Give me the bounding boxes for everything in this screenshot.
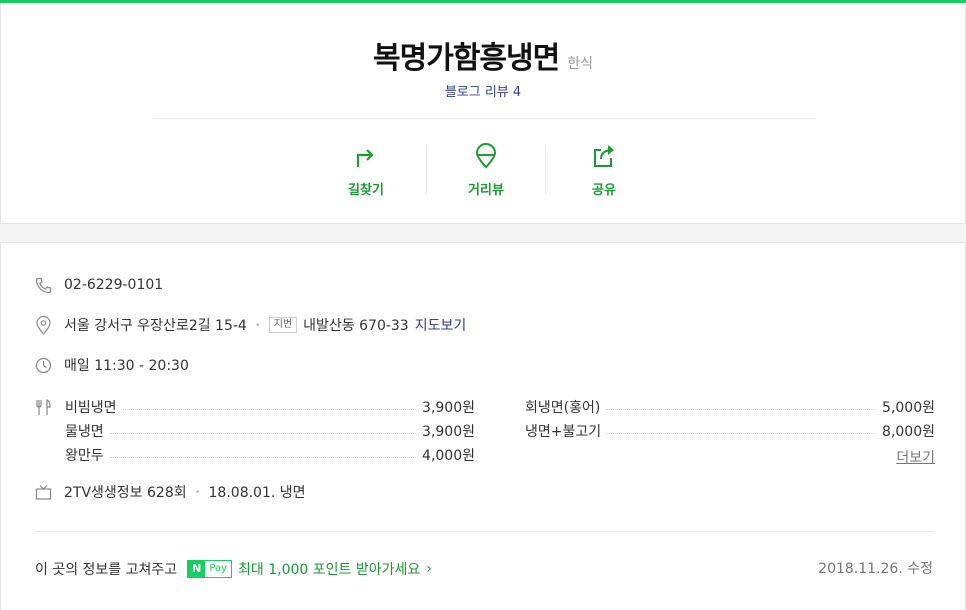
menu-item-price: 5,000원 [882,400,935,416]
divider [35,531,934,532]
tv-date: 18.08.01. 냉면 [208,485,306,501]
business-hours: 매일 11:30 - 20:30 [64,358,189,374]
separator-dot: • [194,486,201,498]
phone-icon [35,277,52,293]
edit-info-promo[interactable]: 이 곳의 정보를 고쳐주고 N Pay 최대 1,000 포인트 받아가세요 › [35,559,432,579]
point-promo-text: 최대 1,000 포인트 받아가세요 [238,562,421,578]
menu-item: 왕만두 4,000원 [65,445,475,465]
clock-icon [35,357,52,373]
jibun-badge: 지번 [268,317,298,333]
tv-icon [35,484,52,500]
separator-dot: • [254,319,261,331]
menu-item: 냉면+불고기 8,000원 [525,421,935,441]
edit-info-prompt: 이 곳의 정보를 고쳐주고 [35,562,178,578]
menu-item: 비빔냉면 3,900원 [65,397,475,417]
npay-n: N [188,561,206,577]
address-row: 서울 강서구 우장산로2길 15-4 • 지번 내발산동 670-33 지도보기 [35,315,466,335]
phone-row: 02-6229-0101 [35,275,163,295]
directions-button[interactable]: 길찾기 [306,139,426,201]
blog-review-link[interactable]: 블로그 리뷰 4 [1,81,965,100]
menu-item-price: 8,000원 [882,424,935,440]
share-icon [594,145,614,167]
title-row: 복명가함흥냉면 한식 [1,33,965,77]
menu-item: 물냉면 3,900원 [65,421,475,441]
dotted-leader [606,408,877,410]
chevron-right-icon: › [426,561,432,577]
menu-item-price: 4,000원 [422,448,475,464]
jibun-address: 내발산동 670-33 [303,318,409,334]
phone-number[interactable]: 02-6229-0101 [64,277,163,293]
menu-item-name: 왕만두 [65,448,104,464]
fork-knife-icon [36,399,51,415]
street-view-label: 거리뷰 [468,183,504,198]
tv-show: 2TV생생정보 628회 [64,485,187,501]
menu-more-link[interactable]: 더보기 [896,447,935,467]
dotted-leader [109,456,417,458]
hours-row: 매일 11:30 - 20:30 [35,355,189,375]
npay-pay: Pay [209,563,228,574]
place-name: 복명가함흥냉면 [373,41,560,76]
menu-item-name: 물냉면 [65,424,104,440]
place-details-card: 02-6229-0101 서울 강서구 우장산로2길 15-4 • 지번 내발산… [0,242,966,610]
menu-item-name: 냉면+불고기 [525,424,602,440]
place-category: 한식 [567,56,593,72]
directions-icon [356,149,374,167]
menu-item-name: 회냉면(홍어) [525,400,601,416]
share-label: 공유 [592,183,616,198]
npay-logo: N Pay [187,560,233,578]
tv-row: 2TV생생정보 628회 • 18.08.01. 냉면 [35,482,306,502]
menu-section: 비빔냉면 3,900원 회냉면(홍어) 5,000원 물냉면 3,900원 냉면… [35,397,935,467]
view-map-link[interactable]: 지도보기 [415,315,467,335]
street-view-button[interactable]: 거리뷰 [426,139,546,201]
menu-item: 회냉면(홍어) 5,000원 [525,397,935,417]
location-pin-icon [36,315,51,335]
street-view-pin-icon [475,143,497,169]
menu-item-name: 비빔냉면 [65,400,117,416]
menu-item-price: 3,900원 [422,424,475,440]
action-bar: 길찾기 거리뷰 공유 [306,139,664,201]
place-summary-card: 복명가함흥냉면 한식 블로그 리뷰 4 길찾기 거리뷰 공유 [0,3,966,224]
last-updated: 2018.11.26. 수정 [818,561,933,577]
share-button[interactable]: 공유 [544,139,664,201]
dotted-leader [122,408,417,410]
dotted-leader [109,432,417,434]
menu-item-price: 3,900원 [422,400,475,416]
divider [153,118,816,119]
road-address: 서울 강서구 우장산로2길 15-4 [64,318,247,334]
dotted-leader [607,432,877,434]
directions-label: 길찾기 [348,183,384,198]
